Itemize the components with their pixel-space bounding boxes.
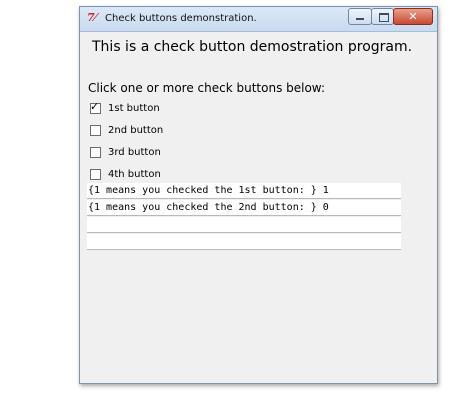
check-button-3[interactable]: 3rd button (90, 144, 161, 160)
close-icon: ✕ (408, 10, 418, 23)
minimize-button[interactable] (348, 8, 372, 25)
check-button-label-1: 1st button (108, 102, 160, 114)
title-bar[interactable]: 7⁄ Check buttons demonstration. ✕ (80, 7, 437, 32)
close-button[interactable]: ✕ (393, 8, 433, 25)
check-button-1[interactable]: ✓ 1st button (90, 100, 160, 116)
instruction-label: Click one or more check buttons below: (88, 81, 326, 95)
check-button-label-3: 3rd button (108, 146, 161, 158)
app-window: 7⁄ Check buttons demonstration. ✕ This i… (79, 6, 438, 384)
check-button-2[interactable]: 2nd button (90, 122, 163, 138)
maximize-icon (379, 13, 389, 22)
checkbox-1[interactable]: ✓ (90, 99, 101, 114)
list-item[interactable]: {1 means you checked the 1st button: } 1 (87, 183, 401, 199)
window-title: Check buttons demonstration. (105, 13, 257, 24)
check-button-label-4: 4th button (108, 168, 161, 180)
tk-feather-icon: 7⁄ (87, 11, 97, 24)
checkbox-2[interactable] (90, 124, 101, 136)
check-button-label-2: 2nd button (108, 124, 164, 136)
minimize-icon (356, 18, 364, 20)
check-button-4[interactable]: 4th button (90, 166, 161, 182)
page-heading: This is a check button demostration prog… (92, 39, 413, 55)
list-item[interactable]: {1 means you checked the 2nd button: } 0 (87, 200, 401, 216)
checkbox-3[interactable] (90, 146, 101, 158)
checkmark-icon-1: ✓ (90, 99, 100, 113)
output-listbox[interactable]: {1 means you checked the 1st button: } 1… (87, 183, 401, 253)
list-item[interactable] (87, 234, 401, 250)
checkbox-4[interactable] (90, 168, 101, 180)
maximize-button[interactable] (371, 8, 394, 25)
list-item[interactable] (87, 217, 401, 233)
